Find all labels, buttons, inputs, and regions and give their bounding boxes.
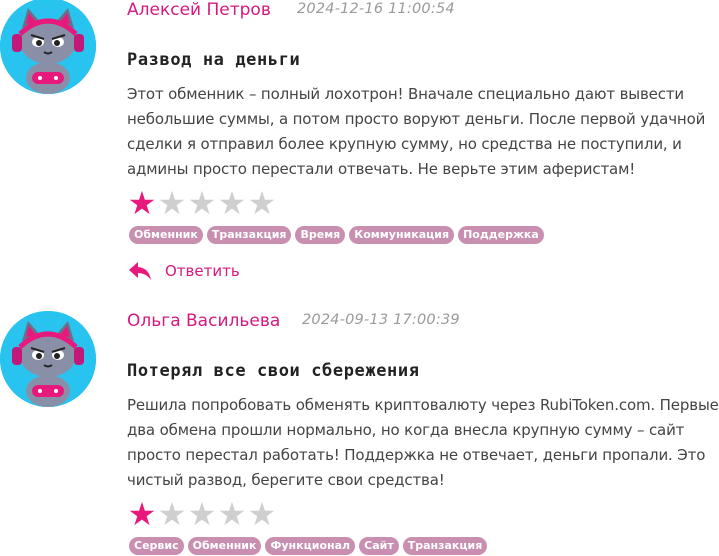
- cat-gamer-avatar-icon: [0, 311, 96, 407]
- reply-arrow-icon: [129, 262, 151, 280]
- tag[interactable]: Время: [295, 226, 346, 244]
- tag[interactable]: Сайт: [359, 537, 399, 555]
- tag[interactable]: Поддержка: [458, 226, 544, 244]
- star-icon: ★: [157, 495, 187, 533]
- tag[interactable]: Обменник: [129, 226, 203, 244]
- star-icon: ★: [247, 184, 277, 222]
- star-icon: ★: [247, 495, 277, 533]
- star-icon: ★: [127, 184, 157, 222]
- review-author: Ольга Васильева: [127, 311, 281, 331]
- cat-gamer-avatar-icon: [0, 0, 96, 94]
- tag[interactable]: Обменник: [187, 537, 262, 555]
- star-icon: ★: [127, 495, 157, 533]
- reply-label: Ответить: [165, 262, 240, 280]
- star-icon: ★: [217, 184, 247, 222]
- tag[interactable]: Транзакция: [402, 537, 488, 555]
- review-date: 2024-09-13 17:00:39: [302, 312, 460, 328]
- star-icon: ★: [157, 184, 187, 222]
- rating-stars: ★ ★ ★ ★ ★: [127, 498, 277, 530]
- tag[interactable]: Сервис: [129, 537, 184, 555]
- rating-stars: ★ ★ ★ ★ ★: [127, 187, 277, 219]
- review-title: Развод на деньги: [127, 50, 301, 70]
- star-icon: ★: [217, 495, 247, 533]
- review-author: Алексей Петров: [127, 0, 271, 20]
- review-title: Потерял все свои сбережения: [127, 361, 420, 381]
- star-icon: ★: [187, 184, 217, 222]
- tag-list: Сервис Обменник Функционал Сайт Транзакц…: [129, 537, 488, 555]
- tag[interactable]: Транзакция: [206, 226, 292, 244]
- review-date: 2024-12-16 11:00:54: [297, 1, 455, 17]
- avatar: [0, 0, 96, 94]
- tag-list: Обменник Транзакция Время Коммуникация П…: [129, 226, 544, 244]
- review-text: Этот обменник – полный лохотрон! Вначале…: [127, 85, 706, 178]
- avatar: [0, 311, 96, 407]
- reply-button[interactable]: Ответить: [127, 260, 240, 282]
- review-text: Решила попробовать обменять криптовалюту…: [127, 396, 719, 489]
- tag[interactable]: Функционал: [265, 537, 356, 555]
- star-icon: ★: [187, 495, 217, 533]
- tag[interactable]: Коммуникация: [349, 226, 455, 244]
